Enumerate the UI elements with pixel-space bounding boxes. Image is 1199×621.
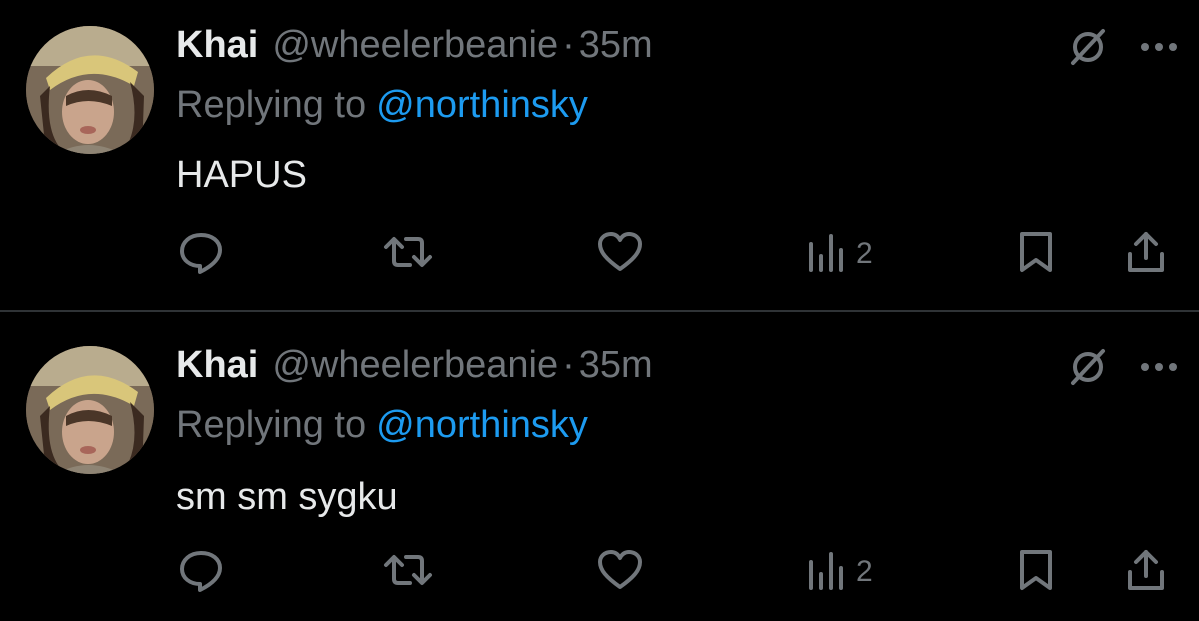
separator-dot: ·	[562, 344, 575, 386]
avatar[interactable]	[26, 26, 154, 154]
retweet-button[interactable]	[382, 226, 434, 282]
replying-to: Replying to @northinsky	[176, 404, 588, 447]
replying-to-label: Replying to	[176, 84, 367, 126]
like-icon	[596, 228, 644, 281]
tweet-header: Khai @wheelerbeanie · 35m	[176, 24, 653, 72]
views-button[interactable]: 2	[806, 544, 873, 600]
replying-to-label: Replying to	[176, 404, 367, 446]
like-button[interactable]	[596, 544, 644, 600]
reply-target-link[interactable]: @northinsky	[376, 84, 588, 126]
grok-icon[interactable]	[1067, 26, 1109, 68]
views-icon	[806, 230, 846, 279]
views-icon	[806, 548, 846, 597]
tweet-top-icons	[1067, 346, 1179, 388]
tweet-text: sm sm sygku	[176, 476, 398, 518]
tweet-time[interactable]: 35m	[579, 344, 653, 387]
share-icon	[1124, 546, 1168, 599]
bookmark-icon	[1016, 546, 1056, 599]
avatar[interactable]	[26, 346, 154, 474]
bookmark-button[interactable]	[1016, 226, 1056, 282]
author-name[interactable]: Khai	[176, 344, 258, 387]
grok-icon[interactable]	[1067, 346, 1109, 388]
views-count: 2	[856, 555, 873, 588]
more-icon[interactable]	[1139, 361, 1179, 373]
tweet-header: Khai @wheelerbeanie · 35m	[176, 344, 653, 392]
replying-to: Replying to @northinsky	[176, 84, 588, 127]
views-count: 2	[856, 237, 873, 270]
tweet-actions: 2	[176, 544, 1176, 600]
reply-button[interactable]	[176, 544, 226, 600]
like-icon	[596, 546, 644, 599]
like-button[interactable]	[596, 226, 644, 282]
share-icon	[1124, 228, 1168, 281]
more-icon[interactable]	[1139, 41, 1179, 53]
tweet-top-icons	[1067, 26, 1179, 68]
separator-dot: ·	[562, 24, 575, 66]
views-button[interactable]: 2	[806, 226, 873, 282]
author-handle[interactable]: @wheelerbeanie	[272, 344, 558, 387]
bookmark-icon	[1016, 228, 1056, 281]
author-name[interactable]: Khai	[176, 24, 258, 67]
tweet-actions: 2	[176, 226, 1176, 282]
retweet-icon	[382, 227, 434, 282]
share-button[interactable]	[1124, 226, 1168, 282]
retweet-icon	[382, 545, 434, 600]
tweet-time[interactable]: 35m	[579, 24, 653, 67]
reply-button[interactable]	[176, 226, 226, 282]
share-button[interactable]	[1124, 544, 1168, 600]
reply-icon	[176, 545, 226, 600]
retweet-button[interactable]	[382, 544, 434, 600]
tweet[interactable]: Khai @wheelerbeanie · 35m Replying to @n…	[0, 0, 1199, 312]
bookmark-button[interactable]	[1016, 544, 1056, 600]
tweet-text: HAPUS	[176, 154, 307, 196]
reply-target-link[interactable]: @northinsky	[376, 404, 588, 446]
timeline: Khai @wheelerbeanie · 35m Replying to @n…	[0, 0, 1199, 621]
author-handle[interactable]: @wheelerbeanie	[272, 24, 558, 67]
reply-icon	[176, 227, 226, 282]
tweet[interactable]: Khai @wheelerbeanie · 35m Replying to @n…	[0, 312, 1199, 621]
